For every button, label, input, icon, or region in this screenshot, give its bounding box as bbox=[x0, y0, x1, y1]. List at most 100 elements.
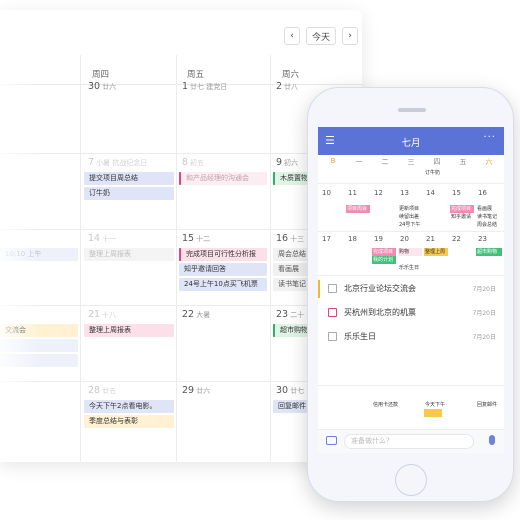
date-cell[interactable]: 30 廿七 bbox=[276, 385, 304, 396]
todo-date: 7月20日 bbox=[472, 286, 496, 293]
quick-add-bar: 准备做什么？ bbox=[318, 429, 504, 453]
weekday-label: 五 bbox=[459, 158, 467, 166]
event-item[interactable]: 完成项目可行性分析报 bbox=[179, 248, 267, 261]
weekday-header: 周四 周五 周六 bbox=[0, 55, 362, 85]
microphone-icon[interactable] bbox=[489, 435, 495, 445]
event-item[interactable]: 整理上周报表 bbox=[84, 324, 174, 337]
todo-item[interactable]: 买杭州到北京的机票 7月20日 bbox=[318, 301, 504, 325]
todo-item[interactable]: 乐乐生日 7月20日 bbox=[318, 325, 504, 349]
weekday-thu: 周四 bbox=[92, 70, 110, 80]
event-item[interactable]: 知乎邀请回答 bbox=[179, 263, 267, 276]
mini-event[interactable]: 今天下午 bbox=[424, 401, 450, 409]
todo-item[interactable]: 北京行业论坛交流会 7月20日 bbox=[318, 277, 504, 301]
weekday-fri: 周五 bbox=[187, 70, 205, 80]
day-number[interactable]: 20 bbox=[396, 235, 422, 243]
month-title: 七月 bbox=[401, 138, 421, 149]
date-cell[interactable]: 28 廿五 bbox=[88, 385, 116, 396]
mini-event[interactable]: 乐乐生日 bbox=[398, 264, 422, 272]
todo-date: 7月20日 bbox=[472, 310, 496, 317]
more-icon[interactable]: ··· bbox=[483, 132, 496, 143]
event-item[interactable]: 订牛奶 bbox=[84, 187, 174, 200]
week-divider bbox=[318, 275, 504, 276]
app-bar: ☰ 七月 ··· bbox=[318, 127, 504, 155]
day-number[interactable]: 21 bbox=[422, 235, 448, 243]
grid-divider bbox=[270, 55, 271, 462]
mini-event[interactable]: 订牛奶 bbox=[424, 169, 454, 177]
mini-event[interactable]: 24号下午 bbox=[398, 221, 422, 229]
mini-event[interactable]: 更新项目 bbox=[398, 205, 422, 213]
date-cell[interactable]: 2 廿八 bbox=[276, 81, 298, 92]
todo-text: 买杭州到北京的机票 bbox=[344, 308, 416, 317]
day-number[interactable]: 10 bbox=[318, 189, 344, 197]
weekday-label: 三 bbox=[407, 158, 415, 166]
date-cell[interactable]: 29 廿六 bbox=[182, 385, 210, 396]
mini-event[interactable]: 信用卡还款 bbox=[372, 401, 398, 409]
date-cell[interactable]: 15 十二 bbox=[182, 233, 210, 244]
day-number[interactable]: 23 bbox=[474, 235, 500, 243]
day-number[interactable]: 22 bbox=[448, 235, 474, 243]
quick-add-input[interactable]: 准备做什么？ bbox=[344, 434, 474, 449]
priority-bar bbox=[318, 280, 320, 298]
event-item[interactable]: 10:10 上午 bbox=[0, 248, 78, 261]
keyboard-icon[interactable] bbox=[326, 436, 337, 445]
prev-week-button[interactable]: ‹ bbox=[284, 27, 300, 45]
mini-event bbox=[424, 409, 442, 417]
date-cell[interactable]: 16 十三 bbox=[276, 233, 304, 244]
event-item[interactable]: 今天下午2点看电影。 bbox=[84, 400, 174, 413]
day-number[interactable]: 11 bbox=[344, 189, 370, 197]
date-cell[interactable]: 14 十一 bbox=[88, 233, 116, 244]
date-cell[interactable]: 7 小暑 抗战纪念日 bbox=[88, 157, 147, 168]
day-number[interactable]: 18 bbox=[344, 235, 370, 243]
weekday-label: 四 bbox=[433, 158, 441, 166]
mini-event[interactable]: 超市购物 bbox=[476, 248, 502, 256]
mini-event[interactable]: 读书笔记 bbox=[476, 213, 502, 221]
week-divider bbox=[318, 231, 504, 232]
mini-event[interactable]: 我的计划 bbox=[372, 256, 396, 264]
event-item[interactable]: 和产品经理的沟通会 bbox=[179, 172, 267, 185]
day-number[interactable]: 19 bbox=[370, 235, 396, 243]
mini-event[interactable]: 看画展 bbox=[476, 205, 502, 213]
mini-event[interactable]: 回复邮件 bbox=[476, 401, 502, 409]
day-number[interactable]: 15 bbox=[448, 189, 474, 197]
event-item[interactable]: 提交项目周总结 bbox=[84, 172, 174, 185]
todo-checkbox[interactable] bbox=[328, 284, 337, 293]
weekday-label: 六 bbox=[485, 158, 493, 166]
next-week-button[interactable]: › bbox=[342, 27, 358, 45]
mini-event[interactable]: 完成项目 bbox=[450, 205, 474, 213]
todo-checkbox[interactable] bbox=[328, 308, 337, 317]
event-item[interactable]: 整理上周报表 bbox=[84, 248, 174, 261]
mini-event[interactable]: 完成项目 bbox=[372, 248, 396, 256]
mini-event[interactable]: 知乎邀请 bbox=[450, 213, 474, 221]
mini-event[interactable]: 续留出差 bbox=[398, 213, 422, 221]
todo-text: 乐乐生日 bbox=[344, 332, 376, 341]
week-divider bbox=[318, 385, 504, 386]
grid-divider bbox=[176, 55, 177, 462]
mini-event[interactable]: 购物 bbox=[398, 248, 422, 256]
today-button[interactable]: 今天 bbox=[306, 27, 336, 45]
mini-event[interactable]: 项目周会 bbox=[346, 205, 370, 213]
date-cell[interactable]: 23 二十 bbox=[276, 309, 304, 320]
todo-date: 7月20日 bbox=[472, 334, 496, 341]
day-number[interactable]: 13 bbox=[396, 189, 422, 197]
date-cell[interactable]: 8 初五 bbox=[182, 157, 204, 168]
mini-event[interactable]: 整理上周 bbox=[424, 248, 448, 256]
day-number[interactable]: 17 bbox=[318, 235, 344, 243]
event-item[interactable]: 季度总结与表彰 bbox=[84, 415, 174, 428]
date-cell[interactable]: 22 大暑 bbox=[182, 309, 210, 320]
todo-checkbox[interactable] bbox=[328, 332, 337, 341]
weekday-sat: 周六 bbox=[282, 70, 300, 80]
event-item[interactable]: 交流会 bbox=[0, 324, 78, 337]
day-number[interactable]: 12 bbox=[370, 189, 396, 197]
date-cell[interactable]: 21 十八 bbox=[88, 309, 116, 320]
date-cell[interactable]: 9 初六 bbox=[276, 157, 298, 168]
event-item[interactable]: 24号上午10点买飞机票 bbox=[179, 278, 267, 291]
todo-text: 北京行业论坛交流会 bbox=[344, 284, 416, 293]
home-button[interactable] bbox=[395, 464, 427, 496]
event-item bbox=[0, 339, 78, 352]
date-cell[interactable]: 30 廿六 bbox=[88, 81, 116, 92]
weekday-label: 二 bbox=[381, 158, 389, 166]
date-cell[interactable]: 1 廿七 建党日 bbox=[182, 81, 227, 92]
mini-event[interactable]: 周会总结 bbox=[476, 221, 502, 229]
day-number[interactable]: 14 bbox=[422, 189, 448, 197]
day-number[interactable]: 16 bbox=[474, 189, 500, 197]
